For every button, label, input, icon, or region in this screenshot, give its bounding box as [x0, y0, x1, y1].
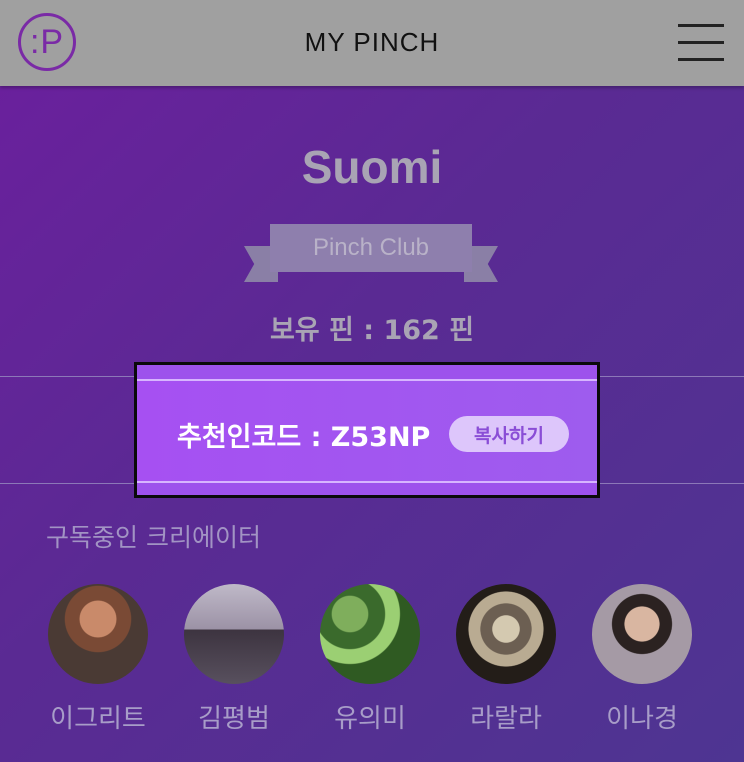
- creator-name: 유의미: [334, 704, 406, 734]
- creator-item[interactable]: 이나경: [592, 584, 692, 735]
- referral-code-text: 추천인코드 : Z53NP: [177, 422, 431, 453]
- creator-name: 이그리트: [50, 704, 146, 734]
- menu-line: [678, 58, 724, 61]
- creator-item[interactable]: 김평범: [184, 584, 284, 735]
- creator-name: 이나경: [606, 704, 678, 734]
- membership-badge: Pinch Club: [270, 224, 472, 272]
- creator-item[interactable]: 라랄라: [456, 584, 556, 735]
- avatar: [320, 584, 420, 684]
- creator-item[interactable]: 이그리트: [48, 584, 148, 735]
- avatar: [456, 584, 556, 684]
- referral-code-panel: 추천인코드 : Z53NP 복사하기: [134, 362, 600, 498]
- avatar: [48, 584, 148, 684]
- creator-name: 라랄라: [470, 704, 542, 734]
- creator-name: 김평범: [198, 704, 270, 734]
- referral-code-band: 추천인코드 : Z53NP 복사하기: [137, 379, 597, 483]
- subscribed-creators-title: 구독중인 크리에이터: [46, 523, 261, 552]
- membership-ribbon: Pinch Club: [244, 224, 498, 282]
- creator-item[interactable]: 유의미: [320, 584, 420, 735]
- pins-balance: 보유 핀 : 162 핀: [269, 315, 475, 346]
- avatar: [184, 584, 284, 684]
- menu-line: [678, 41, 724, 44]
- copy-referral-button[interactable]: 복사하기: [449, 416, 569, 452]
- hamburger-menu-icon[interactable]: [678, 24, 724, 62]
- app-header: :P MY PINCH: [0, 0, 744, 86]
- menu-line: [678, 24, 724, 27]
- page-title: MY PINCH: [304, 27, 440, 57]
- username: Suomi: [301, 141, 443, 193]
- avatar: [592, 584, 692, 684]
